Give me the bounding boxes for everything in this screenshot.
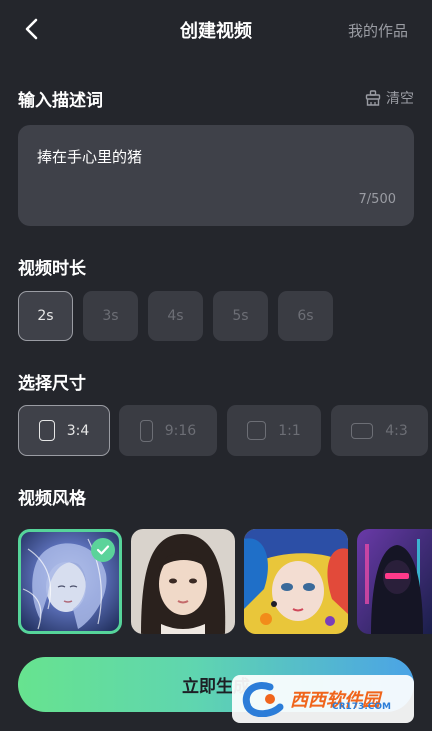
size-option-1-1[interactable]: 1:1 (227, 405, 321, 456)
clear-button[interactable]: 清空 (365, 88, 414, 108)
broom-icon (365, 90, 381, 106)
style-card-anime-colorful[interactable] (244, 529, 348, 634)
style-thumbnail-realistic (131, 529, 235, 634)
check-icon (96, 545, 110, 555)
style-card-realistic[interactable] (131, 529, 235, 634)
prompt-section-title: 输入描述词 (18, 91, 103, 111)
duration-option-4s[interactable]: 4s (148, 291, 203, 341)
char-counter: 7/500 (358, 192, 396, 207)
size-option-3-4[interactable]: 3:4 (18, 405, 110, 456)
selected-check-badge (91, 538, 115, 562)
style-section-title: 视频风格 (18, 489, 86, 509)
size-option-4-3[interactable]: 4:3 (331, 405, 428, 456)
portrait-ratio-icon (38, 420, 55, 441)
size-section-title: 选择尺寸 (18, 374, 86, 394)
prompt-text[interactable]: 捧在手心里的猪 (37, 146, 142, 167)
watermark-url: CR173.COM (332, 702, 391, 712)
duration-option-2s[interactable]: 2s (18, 291, 73, 341)
watermark-logo: 西西软件园 CR173.COM (232, 675, 414, 723)
duration-option-6s[interactable]: 6s (278, 291, 333, 341)
clear-label: 清空 (386, 91, 414, 107)
size-label: 3:4 (66, 422, 90, 439)
tall-ratio-icon (139, 419, 153, 442)
duration-section-title: 视频时长 (18, 259, 86, 279)
square-ratio-icon (247, 421, 267, 440)
landscape-ratio-icon (351, 422, 374, 439)
size-label: 9:16 (164, 422, 197, 439)
size-label: 4:3 (385, 422, 408, 439)
prompt-input[interactable]: 捧在手心里的猪 7/500 (18, 125, 414, 226)
size-option-9-16[interactable]: 9:16 (119, 405, 217, 456)
style-card-cyberpunk[interactable] (357, 529, 432, 634)
style-thumbnail-cyberpunk (357, 529, 432, 634)
duration-option-3s[interactable]: 3s (83, 291, 138, 341)
style-card-ethereal[interactable] (18, 529, 122, 634)
header: 创建视频 我的作品 (0, 0, 432, 60)
watermark-c-logo-icon (242, 682, 284, 717)
size-label: 1:1 (278, 422, 301, 439)
duration-option-5s[interactable]: 5s (213, 291, 268, 341)
my-works-link[interactable]: 我的作品 (348, 20, 408, 41)
style-thumbnail-anime-colorful (244, 529, 348, 634)
